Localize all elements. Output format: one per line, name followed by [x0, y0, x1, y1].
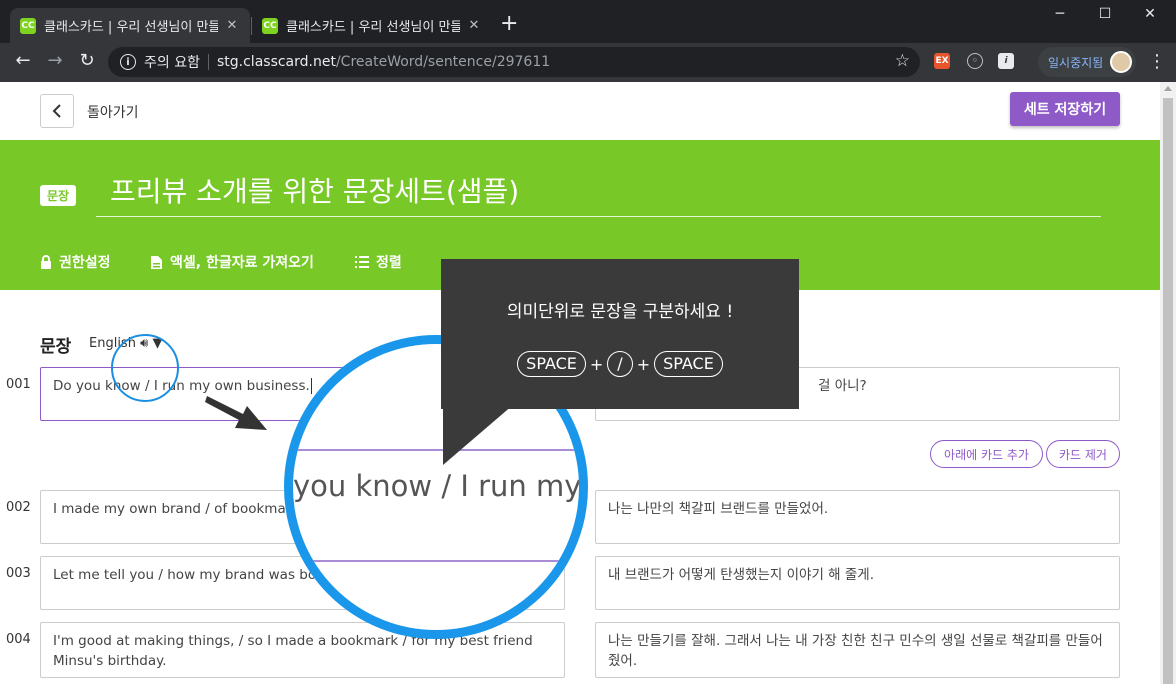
chevron-left-icon: [52, 104, 61, 118]
magnified-text: you know / I run my o: [293, 469, 588, 503]
profile-status: 일시중지됨: [1048, 55, 1104, 70]
add-card-below-button[interactable]: 아래에 카드 추가: [930, 440, 1043, 468]
row-number: 001: [6, 377, 31, 392]
row-number: 004: [6, 632, 31, 647]
list-icon: [355, 256, 369, 268]
space-key: SPACE: [654, 351, 723, 377]
sentence-text: Let me tell you / how my brand was bo: [53, 567, 317, 583]
space-key: SPACE: [517, 351, 586, 377]
back-label[interactable]: 돌아가기: [87, 102, 139, 122]
save-set-button[interactable]: 세트 저장하기: [1010, 92, 1120, 126]
remove-card-button[interactable]: 카드 제거: [1046, 440, 1120, 468]
back-button[interactable]: [40, 94, 74, 128]
sentence-text: I'm good at making things, / so I made a…: [53, 633, 533, 669]
reload-icon[interactable]: ↻: [77, 51, 97, 71]
maximize-icon[interactable]: ☐: [1095, 6, 1115, 22]
tool-label: 권한설정: [59, 255, 111, 271]
translation-text: 내 브랜드가 어떻게 탄생했는지 이야기 해 줄게.: [608, 567, 875, 583]
tab-title: 클래스카드 | 우리 선생님이 만들: [44, 20, 218, 35]
minimize-icon[interactable]: ─: [1050, 6, 1070, 22]
lens-border-line: [293, 449, 579, 451]
page-content: 돌아가기 세트 저장하기 문장 프리뷰 소개를 위한 문장세트(샘플) 권한설정…: [0, 82, 1160, 684]
close-tab-icon[interactable]: ✕: [466, 18, 482, 33]
browser-tab-1[interactable]: CC 클래스카드 | 우리 선생님이 만들 ✕: [10, 8, 250, 43]
info-icon[interactable]: i: [120, 54, 136, 70]
row-number: 003: [6, 566, 31, 581]
plus-sign: +: [589, 354, 604, 374]
section-label: 문장: [40, 337, 72, 357]
pointer-arrow-icon: [205, 396, 267, 430]
highlight-circle: [111, 334, 179, 402]
browser-tab-2[interactable]: CC 클래스카드 | 우리 선생님이 만들 ✕: [252, 8, 492, 43]
extension-ex-icon[interactable]: EX: [934, 53, 950, 69]
url-path: /CreateWord/sentence/297611: [335, 54, 551, 70]
tool-label: 액셀, 한글자료 가져오기: [170, 255, 314, 271]
title-underline: [96, 216, 1101, 217]
instruction-tooltip: 의미단위로 문장을 구분하세요 ! SPACE + / + SPACE: [441, 259, 799, 409]
extension-info-icon[interactable]: i: [998, 53, 1014, 69]
lens-border-line: [293, 560, 579, 562]
translation-text: 나는 만들기를 잘해. 그래서 나는 내 가장 친한 친구 민수의 생일 선물로…: [608, 633, 1103, 669]
set-title-input[interactable]: 프리뷰 소개를 위한 문장세트(샘플): [110, 170, 519, 210]
classcard-favicon: CC: [262, 17, 278, 34]
browser-chrome: CC 클래스카드 | 우리 선생님이 만들 ✕ CC 클래스카드 | 우리 선생…: [0, 0, 1176, 82]
bookmark-star-icon[interactable]: ☆: [895, 51, 910, 71]
avatar: [1110, 51, 1132, 73]
row-number: 002: [6, 500, 31, 515]
scroll-up-icon[interactable]: [1164, 86, 1172, 91]
tool-label: 정렬: [376, 255, 402, 271]
forward-arrow-icon[interactable]: →: [45, 51, 65, 71]
extension-bulb-icon[interactable]: ◦: [967, 53, 983, 69]
key-combination: SPACE + / + SPACE: [441, 351, 799, 377]
lock-icon: [41, 254, 51, 269]
close-tab-icon[interactable]: ✕: [224, 18, 240, 33]
address-bar[interactable]: i 주의 요함 stg.classcard.net/CreateWord/sen…: [108, 47, 920, 77]
new-tab-icon[interactable]: +: [500, 13, 518, 35]
set-type-badge: 문장: [40, 185, 77, 206]
slash-key: /: [607, 351, 633, 377]
page-scrollbar[interactable]: [1160, 82, 1176, 684]
classcard-favicon: CC: [20, 17, 36, 34]
tab-bar: CC 클래스카드 | 우리 선생님이 만들 ✕ CC 클래스카드 | 우리 선생…: [0, 0, 1176, 43]
sort-button[interactable]: 정렬: [355, 252, 402, 272]
scrollbar-thumb[interactable]: [1163, 98, 1173, 684]
import-excel-button[interactable]: 액셀, 한글자료 가져오기: [150, 252, 314, 272]
text-caret: [310, 378, 312, 394]
translation-input[interactable]: 나는 만들기를 잘해. 그래서 나는 내 가장 친한 친구 민수의 생일 선물로…: [595, 622, 1120, 678]
tab-title: 클래스카드 | 우리 선생님이 만들: [286, 20, 460, 35]
translation-text: 나는 나만의 책갈피 브랜드를 만들었어.: [608, 501, 829, 517]
url-host: stg.classcard.net: [216, 54, 336, 70]
tooltip-text: 의미단위로 문장을 구분하세요 !: [506, 302, 734, 322]
translation-input[interactable]: 내 브랜드가 어떻게 탄생했는지 이야기 해 줄게.: [595, 556, 1120, 610]
window-close-icon[interactable]: ✕: [1140, 6, 1160, 22]
browser-toolbar: ← → ↻ i 주의 요함 stg.classcard.net/CreateWo…: [0, 43, 1176, 82]
tooltip-tail: [443, 405, 513, 465]
sentence-text: I made my own brand / of bookmar: [53, 501, 292, 517]
profile-button[interactable]: 일시중지됨: [1038, 47, 1136, 77]
plus-sign: +: [636, 354, 651, 374]
permission-settings-button[interactable]: 권한설정: [40, 252, 111, 272]
back-arrow-icon[interactable]: ←: [13, 51, 33, 71]
browser-menu-icon[interactable]: ⋮: [1148, 51, 1166, 72]
translation-input[interactable]: 나는 나만의 책갈피 브랜드를 만들었어.: [595, 490, 1120, 544]
omnibox-divider: [207, 54, 209, 70]
security-warning: 주의 요함: [144, 55, 200, 71]
document-icon: [151, 255, 162, 269]
